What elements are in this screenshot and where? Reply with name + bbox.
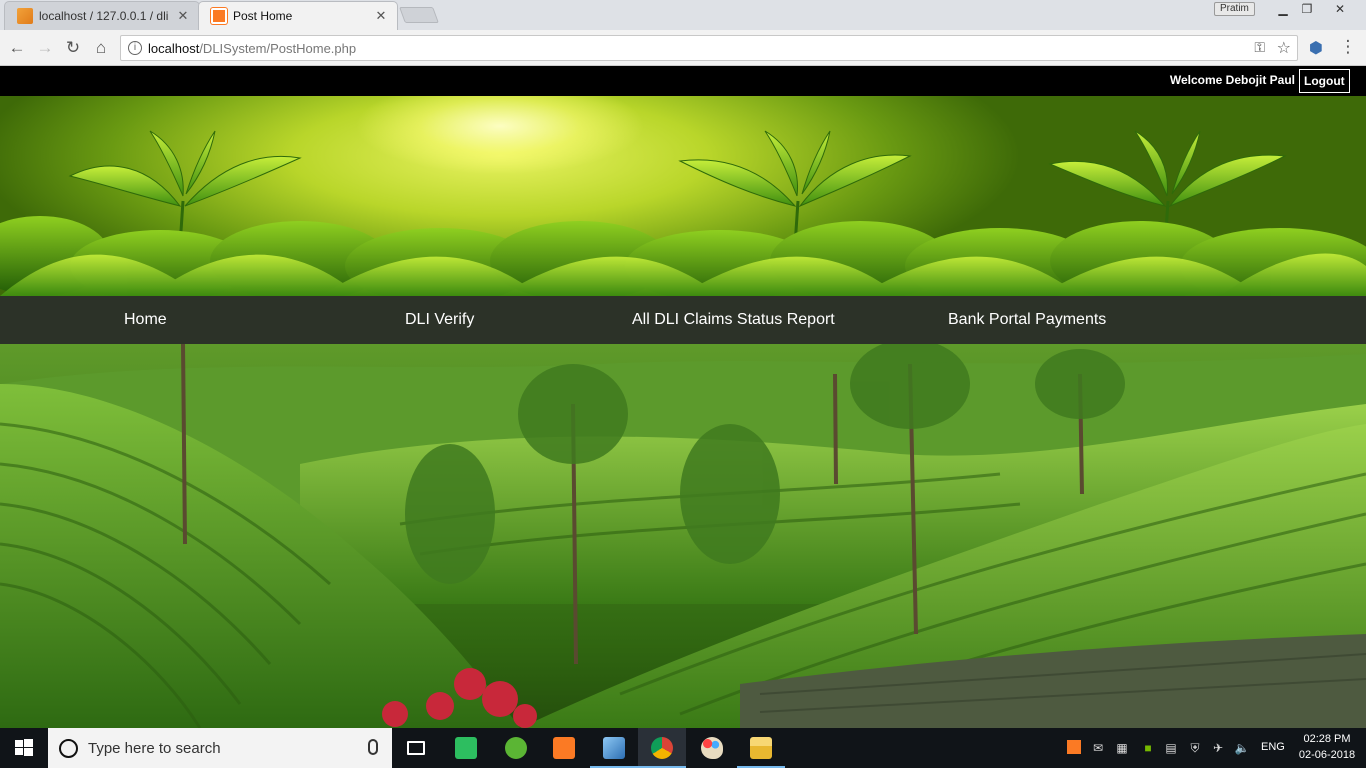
- clock-time: 02:28 PM: [1303, 733, 1351, 745]
- main-navbar: Home DLI Verify All DLI Claims Status Re…: [0, 296, 1366, 344]
- start-button[interactable]: [0, 728, 48, 768]
- tea-leaves-illustration: [0, 130, 1366, 296]
- address-bar[interactable]: i localhost/DLISystem/PostHome.php ⚿ ☆: [120, 35, 1298, 61]
- cortana-icon: [59, 738, 78, 758]
- chrome-icon[interactable]: [638, 728, 686, 768]
- utorrent-icon[interactable]: [492, 728, 540, 768]
- close-icon[interactable]: ✕: [175, 8, 191, 24]
- task-view-icon[interactable]: [392, 728, 440, 768]
- keyboard-tray-icon[interactable]: ▤: [1163, 740, 1179, 756]
- home-icon[interactable]: ⌂: [90, 37, 112, 59]
- clock[interactable]: 02:28 PM 02-06-2018: [1294, 731, 1360, 763]
- tea-leaves-banner: [0, 96, 1366, 296]
- tab-phpmyadmin[interactable]: localhost / 127.0.0.1 / dli ✕: [4, 1, 200, 30]
- airplane-mode-icon[interactable]: ✈: [1210, 740, 1226, 756]
- xampp-icon[interactable]: [540, 728, 588, 768]
- clock-date: 02-06-2018: [1298, 749, 1356, 761]
- windows-logo-icon: [15, 739, 33, 756]
- web-page: Welcome Debojit Paul Logout Home DLI Ver…: [0, 66, 1366, 728]
- url-host: localhost: [148, 40, 200, 56]
- extension-icon[interactable]: ⬢: [1306, 38, 1326, 58]
- back-icon[interactable]: ←: [6, 37, 28, 59]
- network-adapter-tray-icon[interactable]: ▦: [1114, 740, 1130, 756]
- browser-toolbar: ← → ↻ ⌂ i localhost/DLISystem/PostHome.p…: [0, 30, 1366, 66]
- taskbar-search-box[interactable]: Type here to search: [48, 728, 392, 768]
- tab-strip: localhost / 127.0.0.1 / dli ✕ Post Home …: [0, 0, 1366, 30]
- nav-all-dli-claims-status-report[interactable]: All DLI Claims Status Report: [632, 296, 835, 344]
- tab-post-home[interactable]: Post Home ✕: [198, 1, 398, 30]
- xampp-icon: [211, 8, 227, 24]
- evernote-icon[interactable]: [442, 728, 490, 768]
- reload-icon[interactable]: ↻: [62, 37, 84, 59]
- close-window-button[interactable]: ✕: [1325, 0, 1355, 18]
- paint-icon[interactable]: [688, 728, 736, 768]
- restore-button[interactable]: ❐: [1292, 0, 1322, 18]
- microphone-icon[interactable]: [368, 739, 378, 755]
- nav-home[interactable]: Home: [124, 296, 167, 344]
- close-icon[interactable]: ✕: [373, 8, 389, 24]
- new-tab-button[interactable]: [399, 7, 439, 23]
- browser-menu-icon[interactable]: ⋮: [1338, 37, 1358, 59]
- tab-title: localhost / 127.0.0.1 / dli: [39, 9, 169, 23]
- url-path: /DLISystem/PostHome.php: [199, 40, 357, 56]
- tea-garden-background: [0, 344, 1366, 728]
- xampp-tray-icon[interactable]: [1067, 740, 1081, 754]
- nvidia-tray-icon[interactable]: ■: [1140, 740, 1156, 756]
- file-explorer-icon[interactable]: [737, 728, 785, 768]
- security-tray-icon[interactable]: ⛨: [1187, 740, 1203, 756]
- welcome-text: Welcome Debojit Paul: [1169, 73, 1295, 87]
- nav-dli-verify[interactable]: DLI Verify: [405, 296, 474, 344]
- profile-button[interactable]: Pratim: [1214, 2, 1255, 16]
- forward-icon[interactable]: →: [34, 37, 56, 59]
- nav-bank-portal-payments[interactable]: Bank Portal Payments: [948, 296, 1106, 344]
- info-icon[interactable]: i: [128, 41, 142, 55]
- bookmark-star-icon[interactable]: ☆: [1277, 38, 1291, 58]
- windows-taskbar: Type here to search ✉ ▦ ■ ▤ ⛨ ✈ 🔈 ENG 02…: [0, 728, 1366, 768]
- key-icon[interactable]: ⚿: [1254, 39, 1265, 56]
- search-placeholder: Type here to search: [88, 739, 221, 757]
- volume-icon[interactable]: 🔈: [1234, 740, 1250, 756]
- virtualbox-icon[interactable]: [590, 728, 638, 768]
- user-bar: Welcome Debojit Paul Logout: [0, 66, 1366, 96]
- language-indicator[interactable]: ENG: [1261, 741, 1285, 753]
- tab-title: Post Home: [233, 9, 293, 23]
- tea-garden-illustration: [0, 344, 1366, 728]
- outlook-tray-icon[interactable]: ✉: [1090, 740, 1106, 756]
- logout-button[interactable]: Logout: [1299, 69, 1350, 93]
- phpmyadmin-icon: [17, 8, 33, 24]
